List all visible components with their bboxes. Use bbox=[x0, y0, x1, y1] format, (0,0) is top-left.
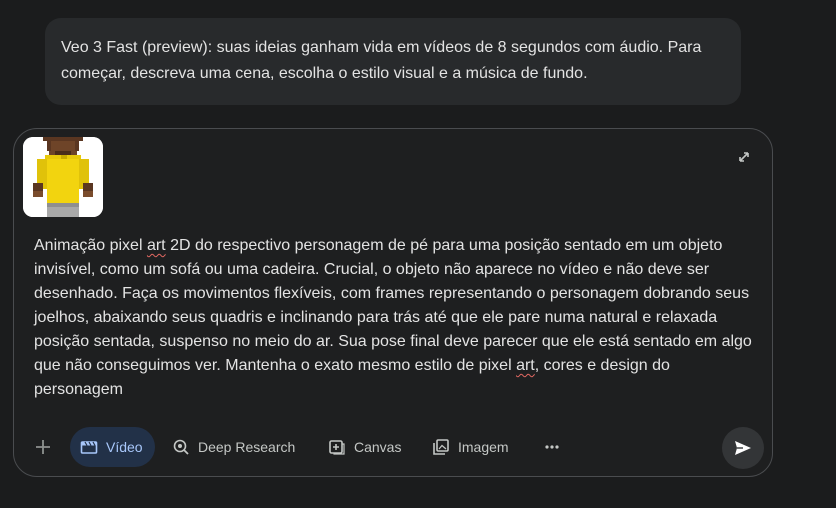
deep-research-tool-button[interactable]: Deep Research bbox=[162, 427, 307, 467]
add-attachment-button[interactable] bbox=[31, 435, 55, 459]
deep-research-icon bbox=[173, 439, 189, 455]
clapperboard-icon bbox=[80, 441, 98, 454]
canvas-icon bbox=[329, 440, 345, 455]
expand-button[interactable] bbox=[736, 149, 752, 165]
image-gallery-icon bbox=[433, 439, 449, 455]
video-tool-button[interactable]: Vídeo bbox=[70, 427, 155, 467]
canvas-tool-button[interactable]: Canvas bbox=[318, 427, 413, 467]
gemini-page: Veo 3 Fast (preview): suas ideias ganham… bbox=[0, 0, 836, 508]
prompt-input[interactable]: Animação pixel art 2D do respectivo pers… bbox=[34, 234, 754, 402]
composer-toolbar: Vídeo Deep Research Canvas Imagem bbox=[14, 427, 772, 469]
prompt-misspelled-word: art bbox=[146, 237, 166, 254]
imagem-tool-label: Imagem bbox=[458, 439, 509, 455]
expand-icon bbox=[739, 152, 749, 162]
pixel-art-character-icon bbox=[23, 137, 103, 217]
canvas-tool-label: Canvas bbox=[354, 439, 402, 455]
prompt-composer: Animação pixel art 2D do respectivo pers… bbox=[13, 128, 773, 477]
notice-text: Veo 3 Fast (preview): suas ideias ganham… bbox=[61, 39, 702, 82]
veo-notice-message: Veo 3 Fast (preview): suas ideias ganham… bbox=[45, 18, 741, 105]
attached-image-thumbnail[interactable] bbox=[23, 137, 103, 217]
deep-research-tool-label: Deep Research bbox=[198, 439, 296, 455]
video-tool-label: Vídeo bbox=[106, 439, 143, 455]
imagem-tool-button[interactable]: Imagem bbox=[422, 427, 521, 467]
prompt-text-part: Animação pixel bbox=[34, 237, 147, 254]
more-tools-button[interactable] bbox=[542, 437, 562, 457]
plus-icon bbox=[36, 440, 50, 454]
send-arrow-icon bbox=[735, 441, 751, 455]
send-button[interactable] bbox=[722, 427, 764, 469]
prompt-misspelled-word: art bbox=[516, 357, 535, 374]
prompt-text-part: 2D do respectivo personagem de pé para u… bbox=[34, 237, 752, 374]
more-dots-icon bbox=[545, 445, 559, 449]
